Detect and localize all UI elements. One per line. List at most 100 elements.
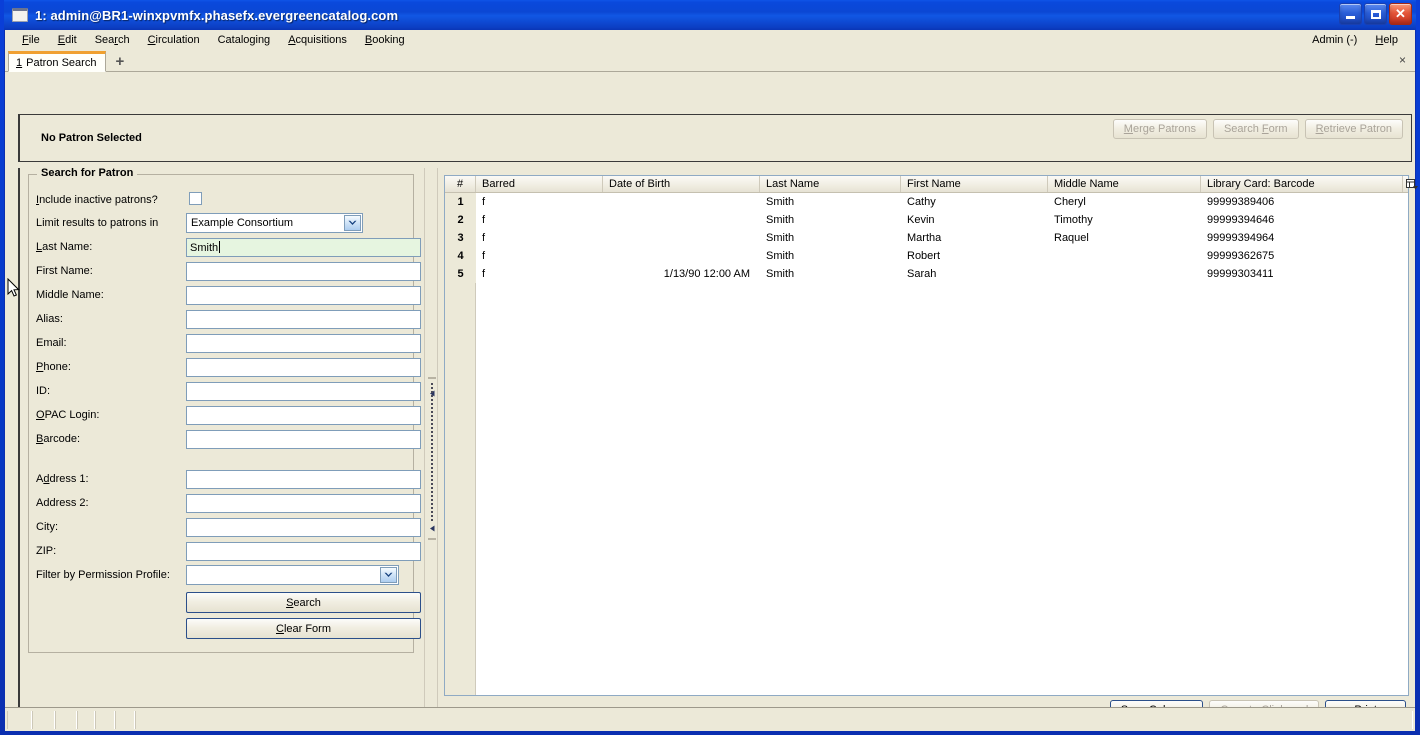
results-panel: # Barred Date of Birth Last Name First N… <box>439 168 1418 724</box>
email-input[interactable] <box>186 333 421 353</box>
cell-last-name: Smith <box>766 232 795 244</box>
menu-cataloging[interactable]: Cataloging <box>209 32 280 48</box>
close-icon: ✕ <box>1395 6 1406 21</box>
column-picker-icon[interactable] <box>1402 176 1420 192</box>
field-label-permission-profile: Filter by Permission Profile: <box>36 569 170 581</box>
window-title: 1: admin@BR1-winxpvmfx.phasefx.evergreen… <box>35 7 399 23</box>
search-for-patron-group: Search for Patron Include inactive patro… <box>28 167 421 653</box>
maximize-button[interactable] <box>1364 3 1387 25</box>
close-button[interactable]: ✕ <box>1389 3 1412 25</box>
first-name-input[interactable] <box>186 261 421 281</box>
phone-input[interactable] <box>186 357 421 377</box>
collapse-left-icon-2[interactable] <box>429 525 436 532</box>
minimize-icon <box>1346 16 1355 19</box>
chevron-down-icon[interactable] <box>380 567 397 583</box>
field-middle-name: Middle Name: <box>29 285 421 305</box>
search-button-label: Search <box>286 596 321 609</box>
permission-profile-combo[interactable] <box>186 565 399 585</box>
client-area: File Edit Search Circulation Cataloging … <box>4 30 1418 731</box>
column-header-num[interactable]: # <box>445 176 476 192</box>
id-input[interactable] <box>186 381 421 401</box>
tab-strip: 1 Patron Search + × <box>5 50 1415 72</box>
limit-results-combo[interactable]: Example Consortium <box>186 213 363 233</box>
field-limit-results: Limit results to patrons in Example Cons… <box>29 213 413 233</box>
cell-dob <box>603 247 760 265</box>
table-row[interactable]: 3 f Smith Martha Raquel 99999394964 <box>445 229 1408 247</box>
cell-middle-name <box>1048 265 1201 283</box>
cell-barred: f <box>482 232 486 244</box>
menu-bar-right: Admin (-) Help <box>1303 32 1407 48</box>
table-row[interactable]: 1 f Smith Cathy Cheryl 99999389406 <box>445 193 1408 211</box>
alias-input[interactable] <box>186 309 421 329</box>
menu-edit[interactable]: Edit <box>49 32 86 48</box>
search-panel: Search for Patron Include inactive patro… <box>20 167 421 724</box>
cell-barred: f <box>482 250 486 262</box>
close-tab-icon[interactable]: × <box>1399 53 1406 67</box>
clear-form-button[interactable]: Clear Form <box>186 618 421 639</box>
menu-booking[interactable]: Booking <box>356 32 414 48</box>
field-last-name: Last Name: Smith <box>29 237 421 257</box>
cell-middle-name: Timothy <box>1054 214 1093 226</box>
cell-first-name: Robert <box>907 250 941 262</box>
maximize-icon <box>1370 9 1381 19</box>
minimize-button[interactable] <box>1339 3 1362 25</box>
cell-barcode: 99999389406 <box>1207 196 1275 208</box>
status-cell-2 <box>32 711 55 729</box>
search-form-button[interactable]: Search Form <box>1212 119 1299 139</box>
city-input[interactable] <box>186 517 421 537</box>
zip-input[interactable] <box>186 541 421 561</box>
cell-first-name: Kevin <box>907 214 935 226</box>
column-header-date-of-birth[interactable]: Date of Birth <box>603 176 760 192</box>
barcode-input[interactable] <box>186 429 421 449</box>
patron-summary-header: No Patron Selected Merge Patrons Search … <box>18 114 1412 162</box>
cell-dob: 1/13/90 12:00 AM <box>663 268 750 280</box>
table-row[interactable]: 4 f Smith Robert 99999362675 <box>445 247 1408 265</box>
address-1-input[interactable] <box>186 469 421 489</box>
menu-search[interactable]: Search <box>86 32 139 48</box>
search-button[interactable]: Search <box>186 592 421 613</box>
middle-name-input[interactable] <box>186 285 421 305</box>
column-header-barred[interactable]: Barred <box>476 176 603 192</box>
last-name-value: Smith <box>190 241 219 254</box>
retrieve-patron-button[interactable]: Retrieve Patron <box>1304 119 1403 139</box>
limit-results-value: Example Consortium <box>191 217 294 229</box>
field-alias: Alias: <box>29 309 421 329</box>
menu-file[interactable]: File <box>13 32 49 48</box>
status-bar <box>5 707 1415 731</box>
opac-login-input[interactable] <box>186 405 421 425</box>
field-label-middle-name: Middle Name: <box>36 289 104 301</box>
status-cell-3 <box>55 711 77 729</box>
column-header-last-name[interactable]: Last Name <box>760 176 901 192</box>
last-name-input[interactable]: Smith <box>186 237 421 257</box>
panel-splitter[interactable] <box>424 168 438 724</box>
chevron-down-icon[interactable] <box>344 215 361 231</box>
menu-circulation[interactable]: Circulation <box>139 32 209 48</box>
menu-acquisitions[interactable]: Acquisitions <box>279 32 356 48</box>
field-label-address-1: Address 1: <box>36 473 89 485</box>
menu-bar: File Edit Search Circulation Cataloging … <box>5 30 1415 50</box>
column-header-first-name[interactable]: First Name <box>901 176 1048 192</box>
field-city: City: <box>29 517 421 537</box>
cell-barcode: 99999394646 <box>1207 214 1275 226</box>
new-tab-button[interactable]: + <box>115 54 124 69</box>
field-label-opac-login: OPAC Login: <box>36 409 100 421</box>
cell-num: 3 <box>445 229 476 247</box>
include-inactive-checkbox[interactable] <box>189 192 202 205</box>
table-row[interactable]: 2 f Smith Kevin Timothy 99999394646 <box>445 211 1408 229</box>
field-include-inactive: Include inactive patrons? <box>29 191 413 209</box>
patron-results-list: # Barred Date of Birth Last Name First N… <box>444 175 1418 696</box>
menu-admin[interactable]: Admin (-) <box>1303 32 1366 48</box>
tab-patron-search[interactable]: 1 Patron Search <box>8 51 107 72</box>
field-label-email: Email: <box>36 337 67 349</box>
cell-dob <box>603 229 760 247</box>
text-caret <box>219 240 221 253</box>
window-icon <box>12 8 28 22</box>
merge-patrons-button[interactable]: Merge Patrons <box>1112 119 1207 139</box>
cell-first-name: Cathy <box>907 196 936 208</box>
menu-help[interactable]: Help <box>1366 32 1407 48</box>
cell-last-name: Smith <box>766 268 795 280</box>
column-header-library-card-barcode[interactable]: Library Card: Barcode <box>1201 176 1402 192</box>
address-2-input[interactable] <box>186 493 421 513</box>
column-header-middle-name[interactable]: Middle Name <box>1048 176 1201 192</box>
table-row[interactable]: 5 f 1/13/90 12:00 AM Smith Sarah 9999930… <box>445 265 1408 283</box>
